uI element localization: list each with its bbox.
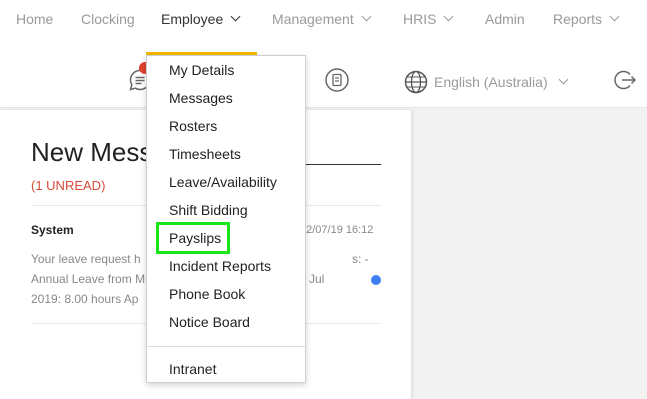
menu-item-my-details[interactable]: My Details [169,62,234,78]
menu-item-shift-bidding[interactable]: Shift Bidding [169,202,248,218]
nav-reports-label: Reports [553,11,603,27]
language-selector[interactable]: English (Australia) [404,70,569,94]
nav-management[interactable]: Management [272,11,372,27]
nav-home-label: Home [16,11,54,27]
top-navigation: Home Clocking Employee Management HRIS A… [0,0,647,108]
chevron-down-icon [609,11,620,22]
nav-employee-label: Employee [161,11,224,27]
message-preview: 2019: 8.00 hours Ap [31,292,139,306]
nav-hris-label: HRIS [403,11,437,27]
nav-hris[interactable]: HRIS [403,11,454,27]
nav-reports[interactable]: Reports [553,11,620,27]
message-date: 02/07/19 16:12 [300,224,374,236]
nav-management-label: Management [272,11,354,27]
nav-admin[interactable]: Admin [485,11,525,27]
menu-item-notice-board[interactable]: Notice Board [169,314,250,330]
nav-admin-label: Admin [485,11,525,27]
chevron-down-icon [444,11,454,22]
payslips-highlight-box [156,222,230,254]
menu-item-incident-reports[interactable]: Incident Reports [169,258,271,274]
document-icon[interactable] [325,68,349,92]
page-title: New Mess [31,137,153,167]
unread-indicator [371,275,381,285]
menu-item-phone-book[interactable]: Phone Book [169,286,245,302]
chevron-down-icon [361,11,372,22]
unread-count: (1 UNREAD) [31,178,106,193]
message-preview: Your leave request h [31,252,141,266]
menu-item-timesheets[interactable]: Timesheets [169,146,241,162]
chevron-down-icon [558,74,569,85]
message-sender: System [31,223,74,237]
nav-employee[interactable]: Employee [161,11,241,27]
logout-icon[interactable] [612,68,636,92]
menu-item-intranet[interactable]: Intranet [169,361,216,377]
employee-dropdown-menu: My Details Messages Rosters Timesheets L… [146,55,306,383]
language-label: English (Australia) [434,74,548,90]
message-preview: Annual Leave from M [31,272,146,286]
nav-clocking[interactable]: Clocking [81,11,135,27]
menu-separator [147,346,305,347]
menu-item-rosters[interactable]: Rosters [169,118,217,134]
nav-clocking-label: Clocking [81,11,135,27]
chevron-down-icon [230,11,241,22]
menu-item-leave-availability[interactable]: Leave/Availability [169,174,277,190]
globe-icon [404,70,428,94]
nav-home[interactable]: Home [16,11,53,27]
message-preview: s: - [352,252,369,266]
menu-item-messages[interactable]: Messages [169,90,233,106]
